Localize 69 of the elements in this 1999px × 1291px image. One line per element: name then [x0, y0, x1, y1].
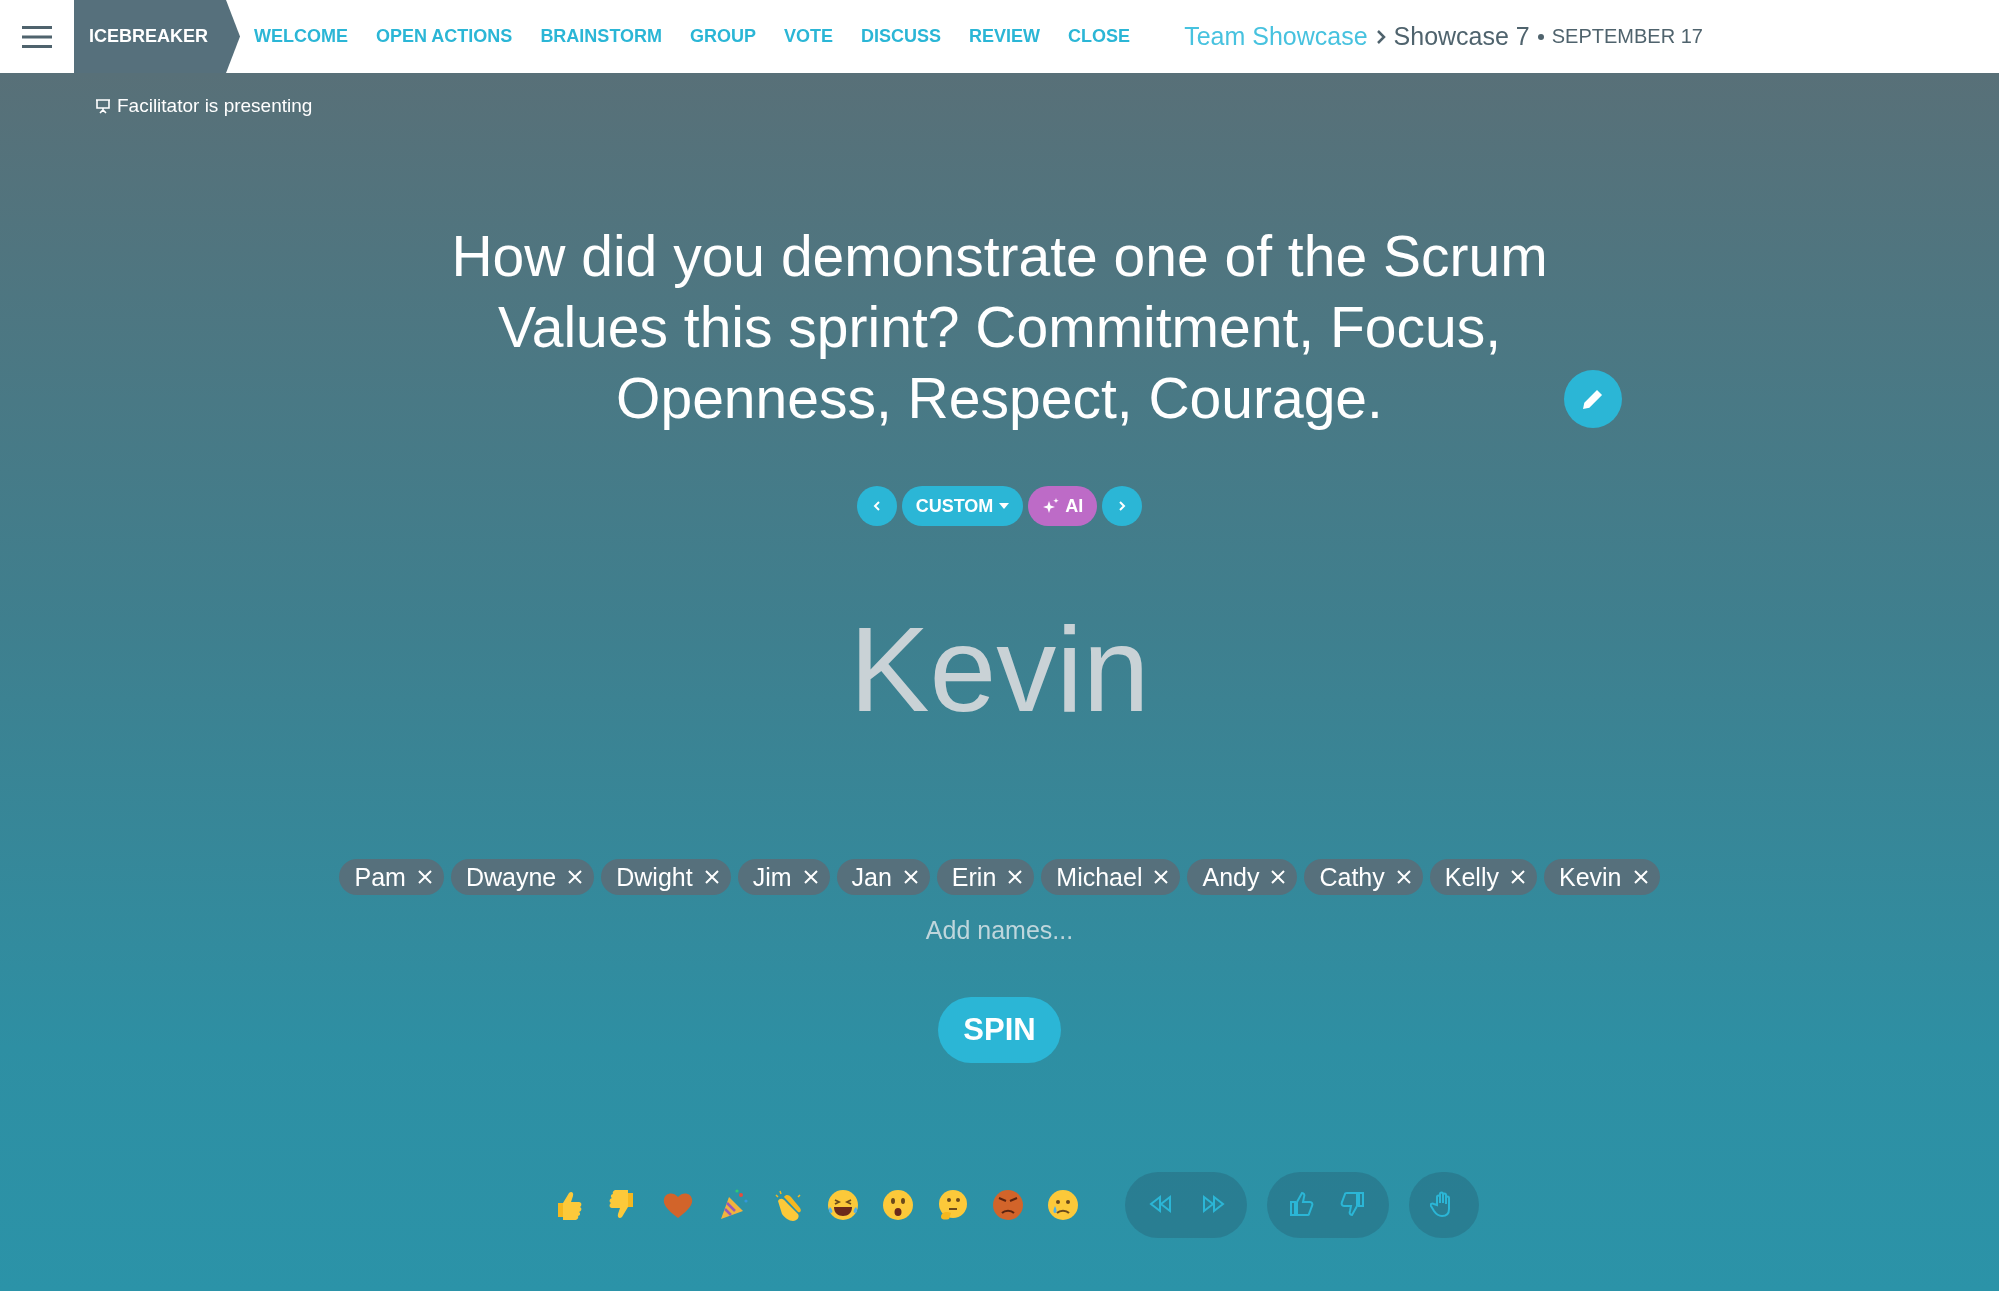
laughing-face-icon — [825, 1187, 861, 1223]
remove-name-button[interactable] — [1008, 870, 1023, 884]
close-icon — [1154, 870, 1169, 884]
name-text: Erin — [951, 862, 997, 892]
reaction-button[interactable] — [990, 1187, 1026, 1223]
name-text: Jim — [752, 862, 792, 892]
meeting-date: SEPTEMBER 17 — [1551, 25, 1703, 48]
spin-button[interactable]: SPIN — [938, 997, 1061, 1063]
remove-name-button[interactable] — [1154, 870, 1169, 884]
chevron-left-icon — [871, 500, 882, 512]
close-icon — [1510, 870, 1525, 884]
bullet-dot-icon — [1537, 33, 1544, 40]
name-text: Kelly — [1444, 862, 1499, 892]
remove-name-button[interactable] — [1633, 870, 1648, 884]
name-text: Cathy — [1319, 862, 1385, 892]
close-icon — [417, 870, 432, 884]
chevron-right-icon — [1375, 28, 1386, 45]
close-icon — [1008, 870, 1023, 884]
spinner-result-name: Kevin — [849, 601, 1150, 738]
name-text: Pam — [354, 862, 406, 892]
category-dropdown[interactable]: CUSTOM — [901, 486, 1024, 526]
name-text: Dwayne — [465, 862, 557, 892]
close-icon — [1396, 870, 1411, 884]
remove-name-button[interactable] — [803, 870, 818, 884]
menu-icon — [22, 25, 52, 48]
phase-tab[interactable]: BRAINSTORM — [526, 0, 677, 73]
close-icon — [1633, 870, 1648, 884]
icebreaker-question: How did you demonstrate one of the Scrum Values this sprint? Commitment, Focus, Openness, Respect, Courage. — [450, 223, 1549, 432]
close-icon — [803, 870, 818, 884]
remove-name-button[interactable] — [568, 870, 583, 884]
remove-name-button[interactable] — [903, 870, 918, 884]
phase-tab[interactable]: REVIEW — [955, 0, 1055, 73]
phase-tab[interactable]: OPEN ACTIONS — [362, 0, 527, 73]
name-text: Dwight — [616, 862, 693, 892]
remove-name-button[interactable] — [1271, 870, 1286, 884]
name-text: Andy — [1202, 862, 1260, 892]
close-icon — [568, 870, 583, 884]
meeting-name: Showcase 7 — [1393, 22, 1530, 51]
active-phase-tab[interactable]: ICEBREAKER — [74, 0, 240, 73]
team-link[interactable]: Team Showcase — [1184, 22, 1368, 51]
name-text: Kevin — [1558, 862, 1622, 892]
thumbs-up-icon — [1288, 1191, 1316, 1219]
add-names-field[interactable]: Add names... — [847, 915, 1152, 946]
name-text: Michael — [1056, 862, 1143, 892]
remove-name-button[interactable] — [1510, 870, 1525, 884]
remove-name-button[interactable] — [417, 870, 432, 884]
phase-tab[interactable]: DISCUSS — [847, 0, 956, 73]
phase-tab[interactable]: VOTE — [770, 0, 848, 73]
angry-face-icon — [990, 1187, 1026, 1223]
phase-tab[interactable]: WELCOME — [240, 0, 362, 73]
close-icon — [704, 870, 719, 884]
reaction-button[interactable] — [880, 1187, 916, 1223]
reaction-button[interactable] — [825, 1187, 861, 1223]
reaction-button[interactable] — [1045, 1187, 1081, 1223]
sparkle-icon — [1042, 497, 1061, 515]
presenting-status: Facilitator is presenting — [117, 95, 313, 117]
presentation-board-icon — [95, 98, 111, 114]
crying-face-icon — [1045, 1187, 1081, 1223]
phase-tab[interactable]: GROUP — [676, 0, 771, 73]
phase-tab[interactable]: CLOSE — [1054, 0, 1145, 73]
caret-icon — [999, 503, 1010, 509]
name-text: Jan — [851, 862, 892, 892]
remove-name-button[interactable] — [1396, 870, 1411, 884]
ai-button[interactable]: AI — [1028, 486, 1098, 526]
remove-name-button[interactable] — [704, 870, 719, 884]
close-icon — [903, 870, 918, 884]
chevron-right-icon — [1117, 500, 1128, 512]
close-icon — [1271, 870, 1286, 884]
surprised-face-icon — [880, 1187, 916, 1223]
